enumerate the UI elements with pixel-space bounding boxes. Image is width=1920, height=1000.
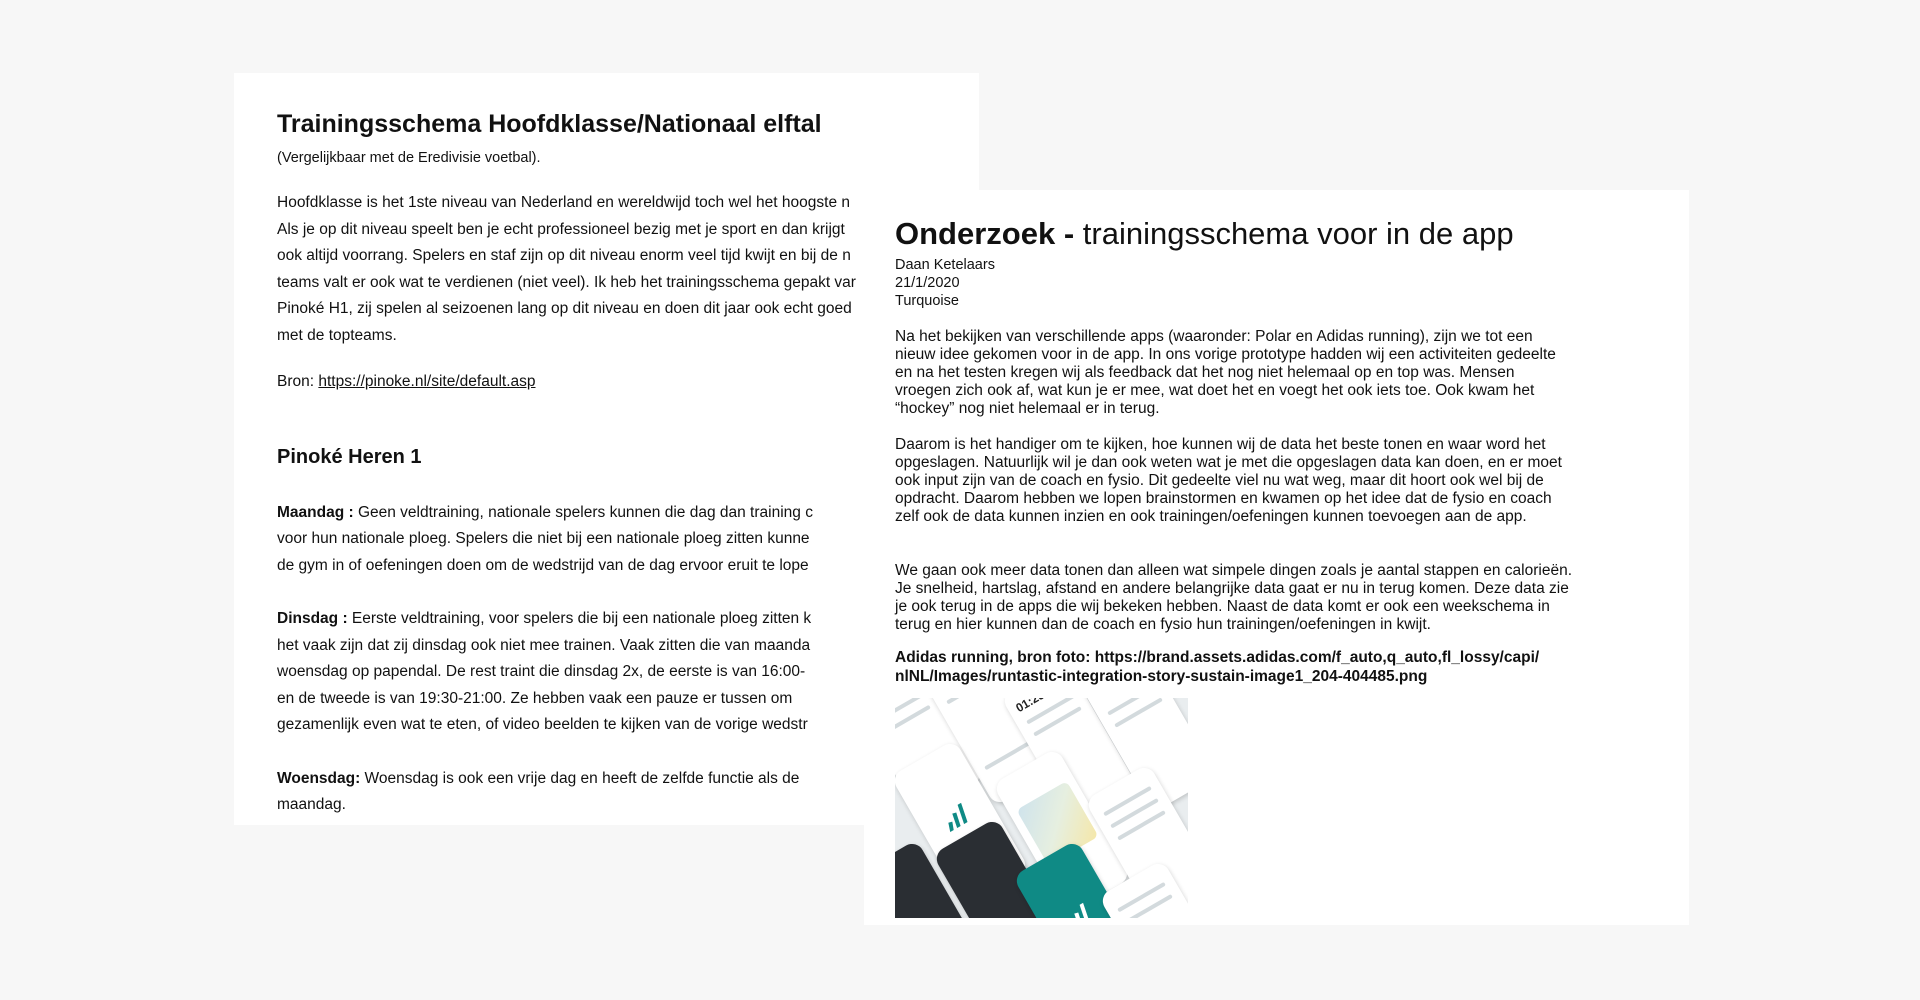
title-rest: trainingsschema voor in de app — [1082, 216, 1514, 251]
text-line: Na het bekijken van verschillende apps (… — [895, 328, 1533, 345]
page-subtitle: (Vergelijkbaar met de Eredivisie voetbal… — [277, 150, 541, 166]
meta-block: Daan Ketelaars 21/1/2020 Turquoise — [895, 256, 1689, 310]
day-label: Dinsdag : — [277, 610, 348, 627]
document-page-onderzoek: Onderzoek - trainingsschema voor in de a… — [864, 190, 1689, 925]
author: Daan Ketelaars — [895, 257, 995, 273]
day-label: Maandag : — [277, 503, 354, 521]
source-label: Bron: — [277, 373, 319, 390]
paragraph: Na het bekijken van verschillende apps (… — [895, 328, 1689, 418]
adidas-logo-icon — [1074, 902, 1090, 918]
paragraph: We gaan ook meer data tonen dan alleen w… — [895, 562, 1689, 634]
text-line: nieuw idee gekomen voor in de app. In on… — [895, 346, 1556, 363]
day-label: Woensdag: — [277, 769, 361, 787]
adidas-running-app-mockup-image: 01:25:12 — [895, 698, 1188, 918]
text-line: Daarom is het handiger om te kijken, hoe… — [895, 436, 1546, 453]
text-line: Je snelheid, hartslag, afstand en andere… — [895, 580, 1569, 597]
text-line: terug en hier kunnen dan de coach en fys… — [895, 616, 1431, 633]
text-line: ook input zijn van de coach en fysio. Di… — [895, 472, 1544, 489]
caption-line: nlNL/Images/runtastic-integration-story-… — [895, 668, 1428, 685]
date: 21/1/2020 — [895, 275, 960, 291]
text-line: opdracht. Daarom hebben we lopen brainst… — [895, 490, 1552, 507]
caption-line: Adidas running, bron foto: https://brand… — [895, 649, 1540, 666]
text-line: zelf ook de data kunnen inzien en ook tr… — [895, 508, 1527, 525]
title-bold: Onderzoek - — [895, 216, 1083, 251]
text-line: je ook terug in de apps die wij bekeken … — [895, 598, 1550, 615]
text-line: Eerste veldtraining, voor spelers die bi… — [347, 610, 812, 627]
paragraph: Daarom is het handiger om te kijken, hoe… — [895, 436, 1689, 526]
page-title: Trainingsschema Hoofdklasse/Nationaal el… — [277, 110, 822, 138]
text-line: “hockey” nog niet helemaal er in terug. — [895, 400, 1160, 417]
text-line: opgeslagen. Natuurlijk wil je dan ook we… — [895, 454, 1562, 471]
image-caption: Adidas running, bron foto: https://brand… — [895, 648, 1689, 686]
team: Turquoise — [895, 293, 959, 309]
text-line: en na het testen kregen wij als feedback… — [895, 364, 1515, 381]
text-line: vroegen zich ook af, wat kun je er mee, … — [895, 382, 1535, 399]
text-line: We gaan ook meer data tonen dan alleen w… — [895, 562, 1573, 579]
text-line: Woensdag is ook een vrije dag en heeft d… — [360, 769, 800, 787]
source-link[interactable]: https://pinoke.nl/site/default.asp — [318, 373, 535, 390]
adidas-logo-icon — [948, 802, 968, 833]
text-line: Geen veldtraining, nationale spelers kun… — [353, 503, 813, 521]
page-title: Onderzoek - trainingsschema voor in de a… — [895, 216, 1689, 252]
